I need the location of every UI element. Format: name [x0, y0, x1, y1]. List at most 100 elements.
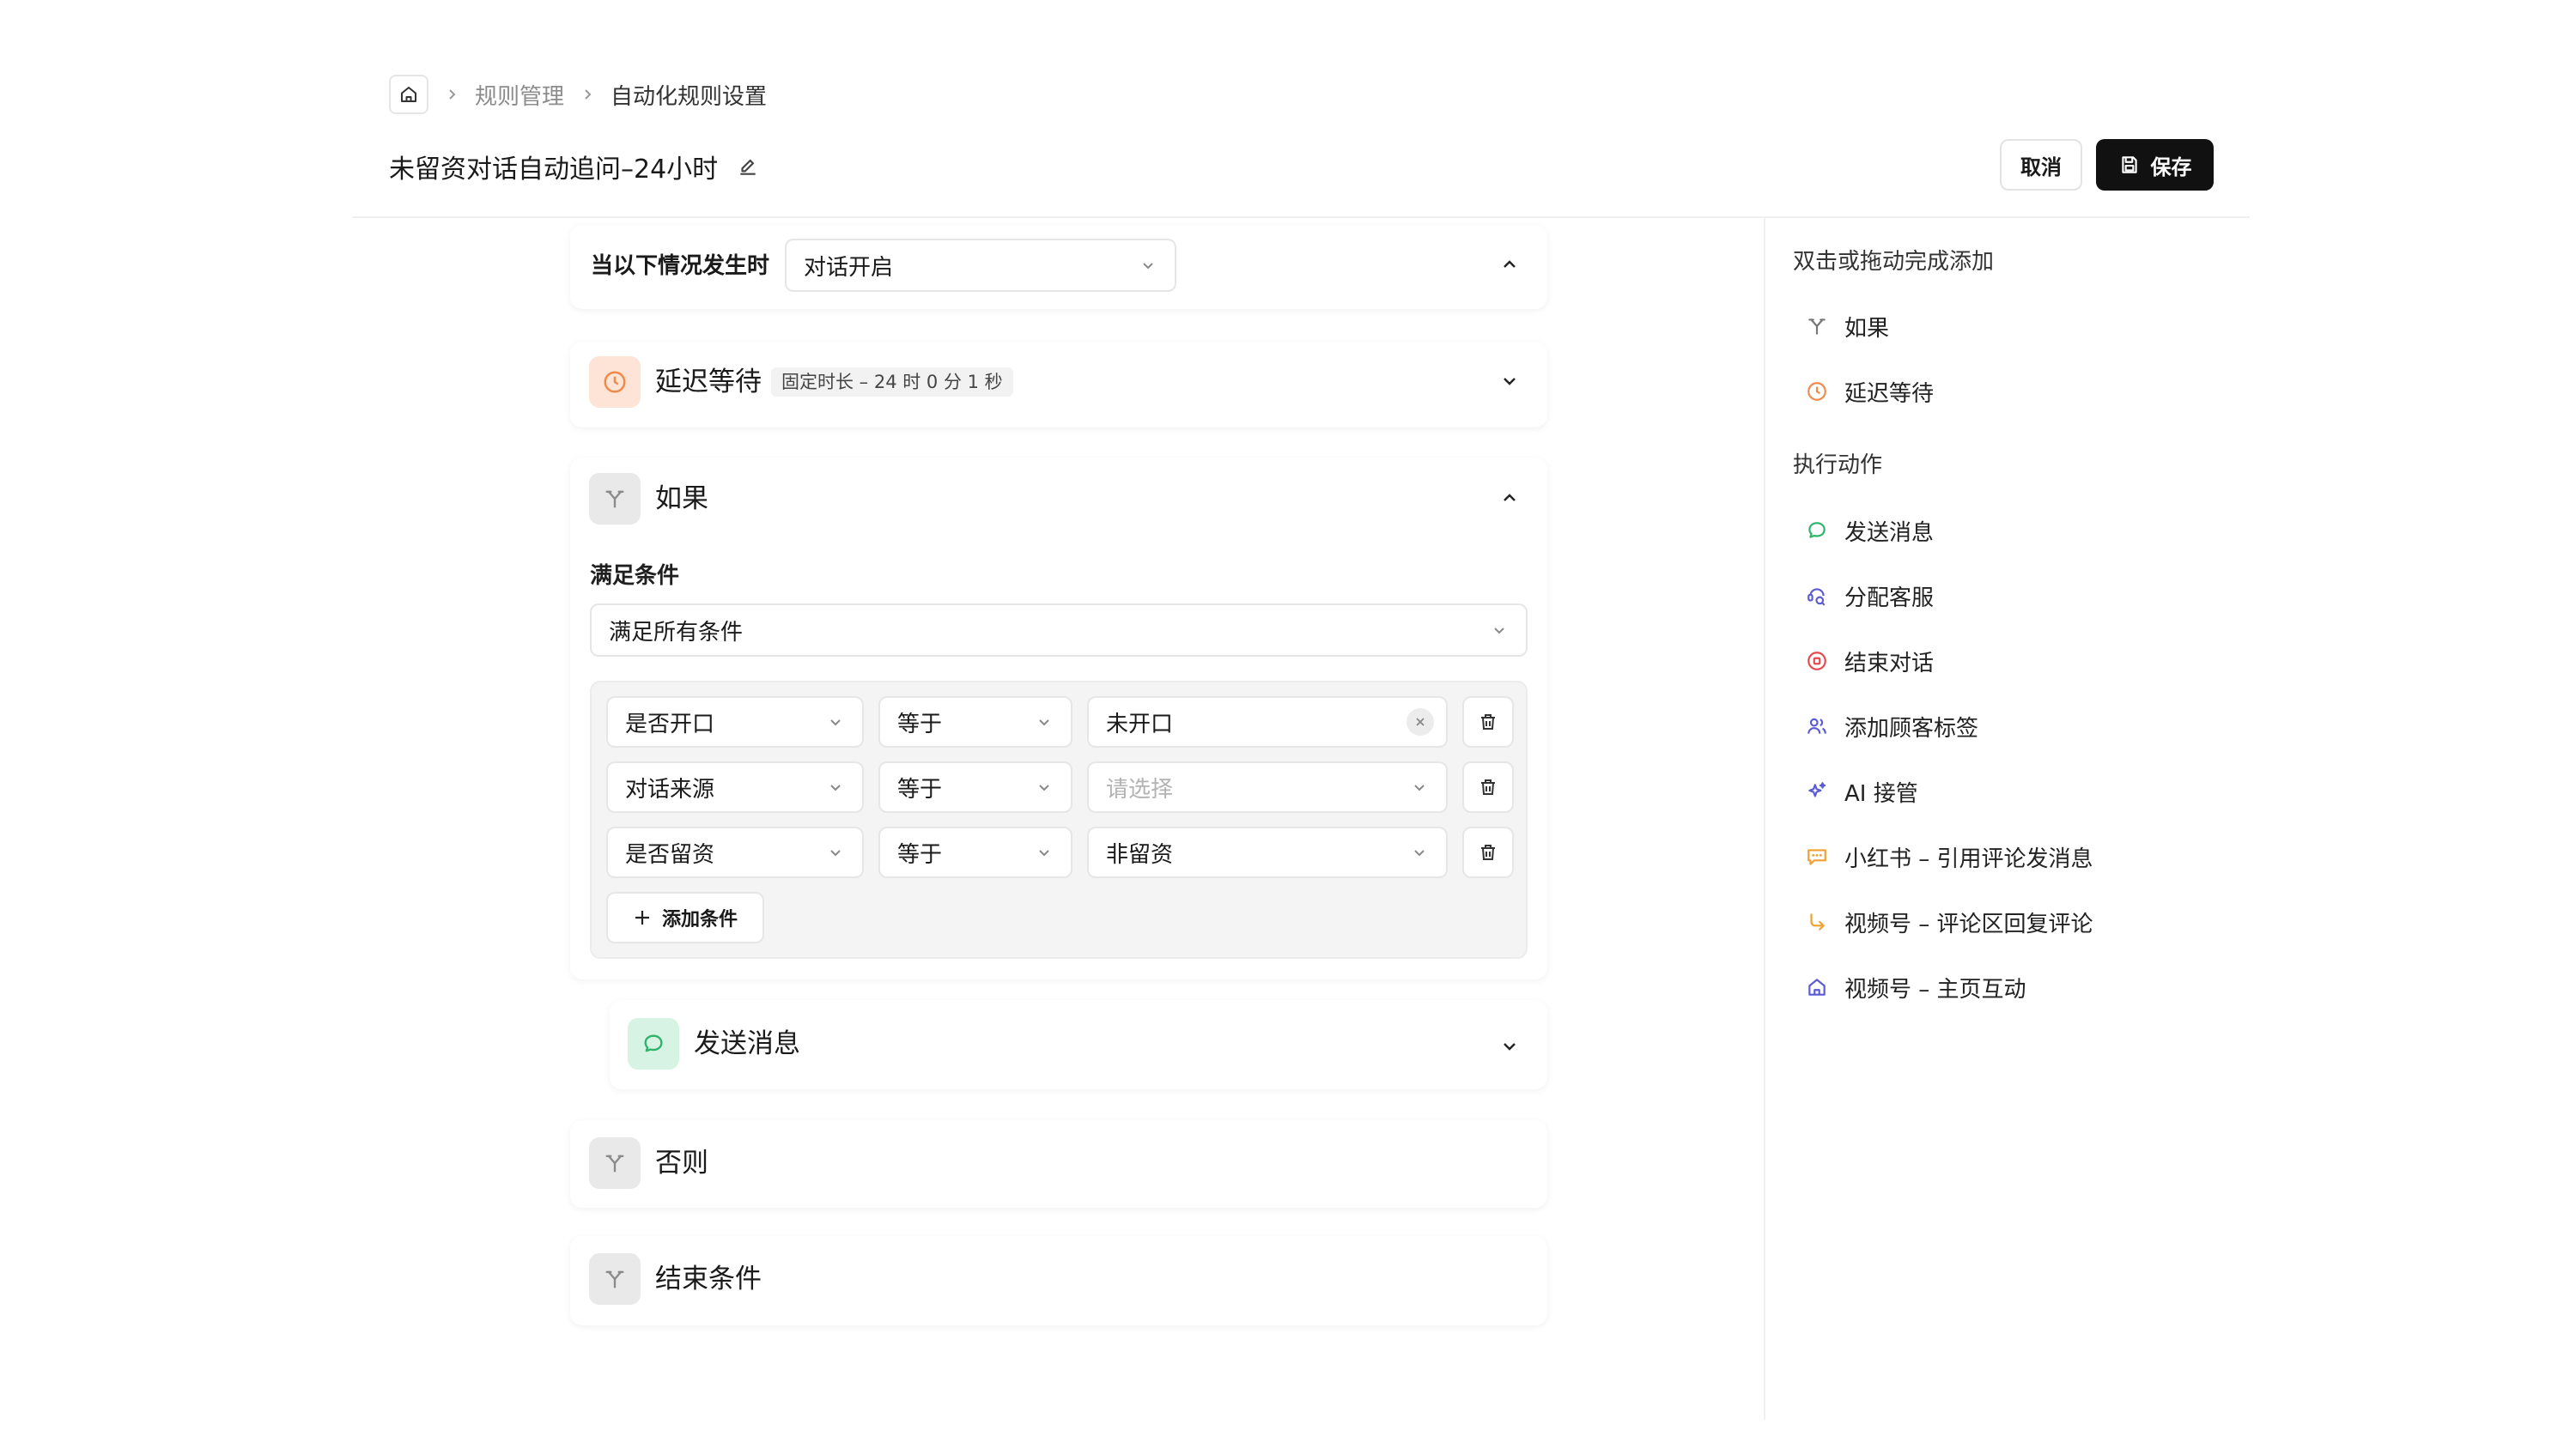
chevron-right-icon	[580, 87, 595, 102]
pencil-icon	[740, 159, 756, 175]
sparkle-icon	[1805, 779, 1829, 803]
collapse-if-button[interactable]	[1500, 488, 1519, 507]
palette-item-send-message[interactable]: 发送消息	[1805, 510, 1934, 551]
clear-value-button[interactable]	[1406, 708, 1434, 736]
condition-field-value: 是否开口	[625, 711, 715, 737]
add-condition-label: 添加条件	[661, 909, 738, 931]
palette-item-if[interactable]: 如果	[1805, 306, 1889, 347]
palette-item-label: 延迟等待	[1844, 380, 1935, 407]
conditions-label: 满足条件	[590, 563, 680, 589]
palette-item-add-tag[interactable]: 添加顾客标签	[1805, 706, 1978, 747]
condition-field-select[interactable]: 是否留资	[606, 827, 864, 878]
comment-quote-icon	[1805, 845, 1829, 869]
save-button[interactable]: 保存	[2096, 139, 2214, 191]
else-title: 否则	[655, 1148, 708, 1179]
chevron-right-icon	[444, 87, 459, 102]
header-divider	[352, 216, 2250, 218]
collapse-trigger-button[interactable]	[1500, 255, 1519, 274]
branch-icon	[1805, 314, 1829, 338]
if-icon-box	[589, 473, 641, 524]
condition-operator-select[interactable]: 等于	[878, 761, 1072, 813]
chevron-down-icon	[828, 845, 843, 860]
delete-condition-button[interactable]	[1462, 696, 1514, 748]
condition-value-select[interactable]: 非留资	[1087, 827, 1448, 878]
chevron-down-icon	[828, 779, 843, 795]
breadcrumb-current: 自动化规则设置	[611, 83, 768, 110]
condition-operator-select[interactable]: 等于	[878, 696, 1072, 748]
plus-icon	[635, 911, 649, 925]
palette-item-end-chat[interactable]: 结束对话	[1805, 640, 1934, 682]
palette-item-channels-home[interactable]: 视频号 – 主页互动	[1805, 967, 2026, 1008]
expand-send-message-button[interactable]	[1500, 1037, 1519, 1056]
trash-icon	[1481, 714, 1495, 730]
chevron-up-icon	[1504, 260, 1516, 268]
breadcrumb: 规则管理 自动化规则设置	[389, 74, 767, 115]
if-title: 如果	[655, 483, 708, 514]
branch-icon	[605, 1155, 624, 1173]
condition-field-value: 对话来源	[625, 776, 715, 803]
send-message-title: 发送消息	[694, 1028, 800, 1059]
reply-arrow-icon	[1805, 910, 1829, 934]
palette-item-xhs-quote-reply[interactable]: 小红书 – 引用评论发消息	[1805, 836, 2093, 877]
home-icon	[1805, 975, 1829, 999]
palette-item-label: 小红书 – 引用评论发消息	[1844, 846, 2093, 872]
page-title: 未留资对话自动追问–24小时	[389, 155, 719, 185]
chevron-down-icon	[1036, 714, 1052, 730]
end-condition-title: 结束条件	[655, 1264, 762, 1294]
palette-item-label: 如果	[1844, 315, 1890, 342]
condition-field-select[interactable]: 是否开口	[606, 696, 864, 748]
chevron-down-icon	[1412, 845, 1427, 860]
drag-hint: 双击或拖动完成添加	[1793, 249, 1995, 275]
chevron-down-icon	[1036, 845, 1052, 860]
palette-item-assign-agent[interactable]: 分配客服	[1805, 575, 1934, 616]
palette-item-label: AI 接管	[1844, 780, 1918, 807]
condition-value-select[interactable]: 请选择	[1087, 761, 1448, 813]
chevron-down-icon	[1492, 622, 1507, 638]
condition-value: 未开口	[1106, 711, 1174, 737]
page-title-row: 未留资对话自动追问–24小时	[389, 144, 759, 189]
condition-field-select[interactable]: 对话来源	[606, 761, 864, 813]
add-condition-button[interactable]: 添加条件	[606, 892, 764, 943]
send-message-icon-box	[628, 1018, 679, 1070]
palette-item-delay[interactable]: 延迟等待	[1805, 371, 1934, 412]
condition-operator-value: 等于	[897, 776, 943, 803]
trash-icon	[1481, 845, 1495, 860]
condition-value: 非留资	[1106, 841, 1174, 868]
condition-value-select[interactable]: 未开口	[1087, 696, 1448, 748]
else-icon-box	[589, 1137, 641, 1189]
trigger-value: 对话开启	[804, 254, 894, 281]
home-icon	[401, 87, 416, 102]
palette-item-label: 发送消息	[1844, 519, 1935, 546]
home-button[interactable]	[389, 75, 428, 114]
palette-item-label: 视频号 – 评论区回复评论	[1844, 911, 2093, 937]
condition-operator-select[interactable]: 等于	[878, 827, 1072, 878]
palette-item-label: 结束对话	[1844, 650, 1935, 676]
chat-bubble-icon	[1805, 518, 1829, 543]
delete-condition-button[interactable]	[1462, 761, 1514, 813]
trash-icon	[1481, 779, 1495, 795]
cancel-button[interactable]: 取消	[2000, 139, 2082, 191]
clock-icon	[604, 371, 626, 393]
chevron-down-icon	[1036, 779, 1052, 795]
branch-icon	[605, 1270, 624, 1288]
trigger-label: 当以下情况发生时	[591, 253, 770, 279]
chevron-up-icon	[1504, 494, 1516, 501]
trigger-select[interactable]: 对话开启	[785, 239, 1176, 292]
condition-field-value: 是否留资	[625, 841, 715, 868]
palette-item-label: 添加顾客标签	[1844, 715, 1979, 742]
condition-operator-value: 等于	[897, 841, 943, 868]
edit-title-button[interactable]	[737, 155, 759, 178]
palette-item-label: 分配客服	[1844, 585, 1935, 611]
delete-condition-button[interactable]	[1462, 827, 1514, 878]
expand-delay-button[interactable]	[1500, 372, 1519, 391]
palette-item-channels-reply[interactable]: 视频号 – 评论区回复评论	[1805, 901, 2093, 943]
palette-item-ai-takeover[interactable]: AI 接管	[1805, 771, 1918, 812]
match-mode-select[interactable]: 满足所有条件	[590, 603, 1528, 657]
save-label: 保存	[2150, 155, 2192, 179]
condition-value-placeholder: 请选择	[1106, 776, 1174, 803]
else-card[interactable]	[570, 1120, 1547, 1208]
end-condition-icon-box	[589, 1253, 641, 1305]
condition-operator-value: 等于	[897, 711, 943, 737]
breadcrumb-rules[interactable]: 规则管理	[475, 79, 564, 111]
delay-icon-box	[589, 356, 641, 408]
